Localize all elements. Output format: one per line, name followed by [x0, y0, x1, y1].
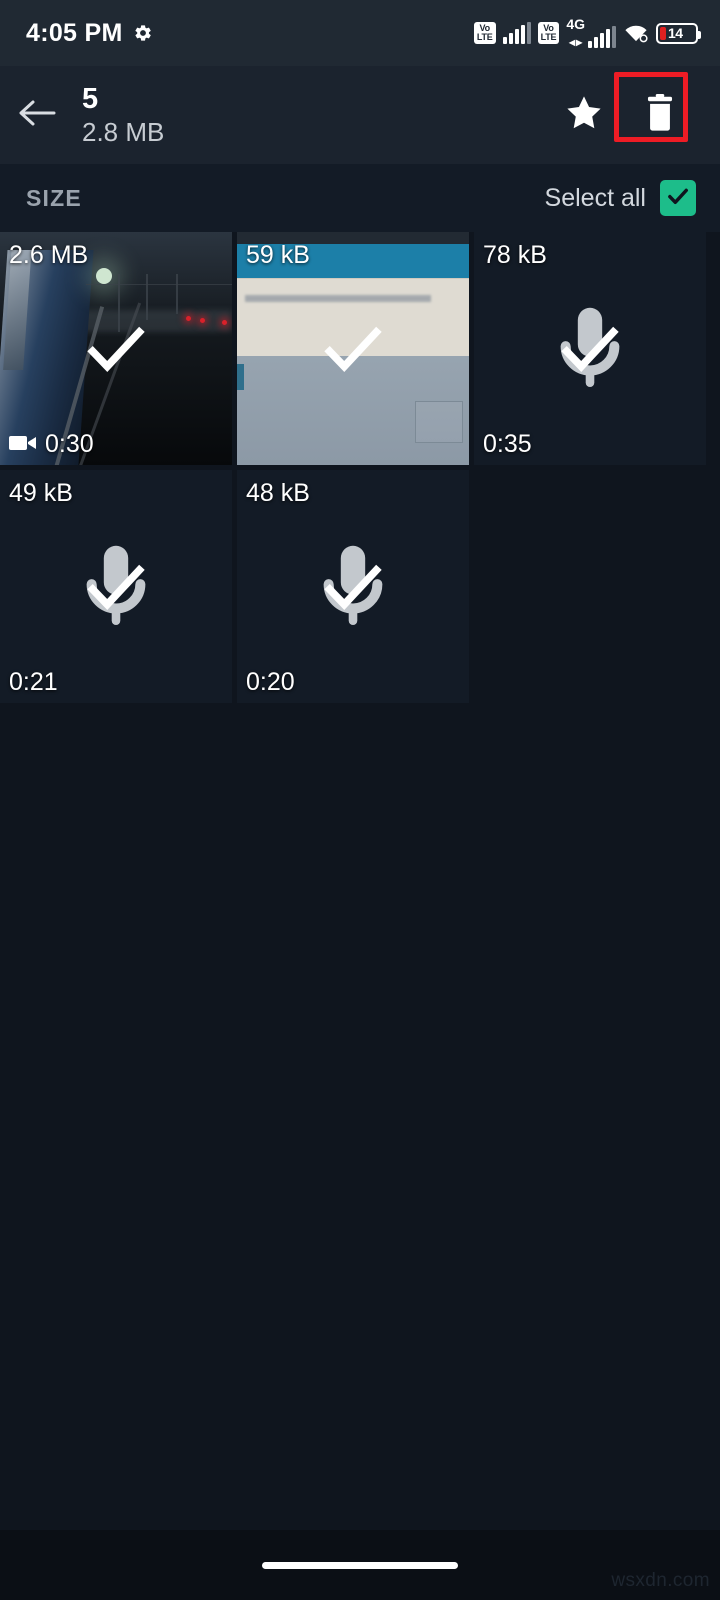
- gear-icon: [133, 23, 153, 43]
- wifi-icon: [623, 22, 649, 44]
- tile-selected-check: [237, 232, 469, 465]
- home-indicator[interactable]: [262, 1561, 458, 1569]
- select-all-control[interactable]: Select all: [545, 180, 696, 216]
- selected-size: 2.8 MB: [82, 117, 165, 147]
- battery-fill: [660, 26, 666, 40]
- delete-button[interactable]: [614, 66, 698, 164]
- media-grid: 2.6 MB 0:30 59 kB 78 kB 0:35 49 kB 0:21 …: [0, 232, 720, 703]
- arrow-left-icon: [18, 96, 58, 135]
- tile-selected-check: [237, 470, 469, 703]
- battery-level-label: 14: [668, 25, 683, 41]
- network-type-label: 4G: [566, 16, 585, 32]
- app-bar-title-block: 5 2.8 MB: [76, 82, 546, 148]
- tile-selected-check: [474, 232, 706, 465]
- watermark: wsxdn.com: [611, 1570, 710, 1591]
- tile-selected-check: [0, 232, 232, 465]
- status-bar-right: Vo LTE Vo LTE 4G ◀ ▶ 14: [473, 16, 701, 48]
- volte-label-bottom: LTE: [476, 32, 493, 42]
- signal-bars-sim1: [502, 22, 531, 44]
- app-bar: 5 2.8 MB: [0, 66, 720, 164]
- status-bar: 4:05 PM Vo LTE Vo LTE 4G ◀ ▶ 14: [0, 0, 720, 66]
- selected-count: 5: [82, 83, 99, 115]
- select-all-checkbox[interactable]: [660, 180, 696, 216]
- volte-icon-sim1: Vo LTE: [473, 22, 496, 44]
- volte-label-bottom-2: LTE: [540, 32, 557, 42]
- media-tile[interactable]: 49 kB 0:21: [0, 470, 232, 703]
- data-arrows-icon: ◀ ▶: [569, 38, 583, 47]
- signal-bars-sim2: [588, 26, 616, 48]
- select-all-label: Select all: [544, 183, 646, 212]
- media-tile[interactable]: 59 kB: [237, 232, 469, 465]
- media-tile[interactable]: 48 kB 0:20: [237, 470, 469, 703]
- trash-icon: [643, 93, 677, 138]
- status-bar-left: 4:05 PM: [26, 19, 153, 48]
- media-tile[interactable]: 2.6 MB 0:30: [0, 232, 232, 465]
- section-label-size: SIZE: [26, 184, 82, 211]
- battery-icon: 14: [656, 22, 701, 44]
- section-header: SIZE Select all: [0, 164, 720, 232]
- volte-icon-sim2: Vo LTE: [537, 22, 560, 44]
- mobile-data-indicator: 4G ◀ ▶: [566, 16, 616, 48]
- media-tile[interactable]: 78 kB 0:35: [474, 232, 706, 465]
- tile-selected-check: [0, 470, 232, 703]
- star-icon: [562, 92, 606, 139]
- check-icon: [665, 183, 691, 214]
- back-button[interactable]: [0, 66, 76, 164]
- status-bar-clock: 4:05 PM: [26, 18, 123, 47]
- phone-screen: 4:05 PM Vo LTE Vo LTE 4G ◀ ▶ 14 5 2.8 MB…: [0, 0, 720, 1600]
- favorite-button[interactable]: [546, 66, 622, 164]
